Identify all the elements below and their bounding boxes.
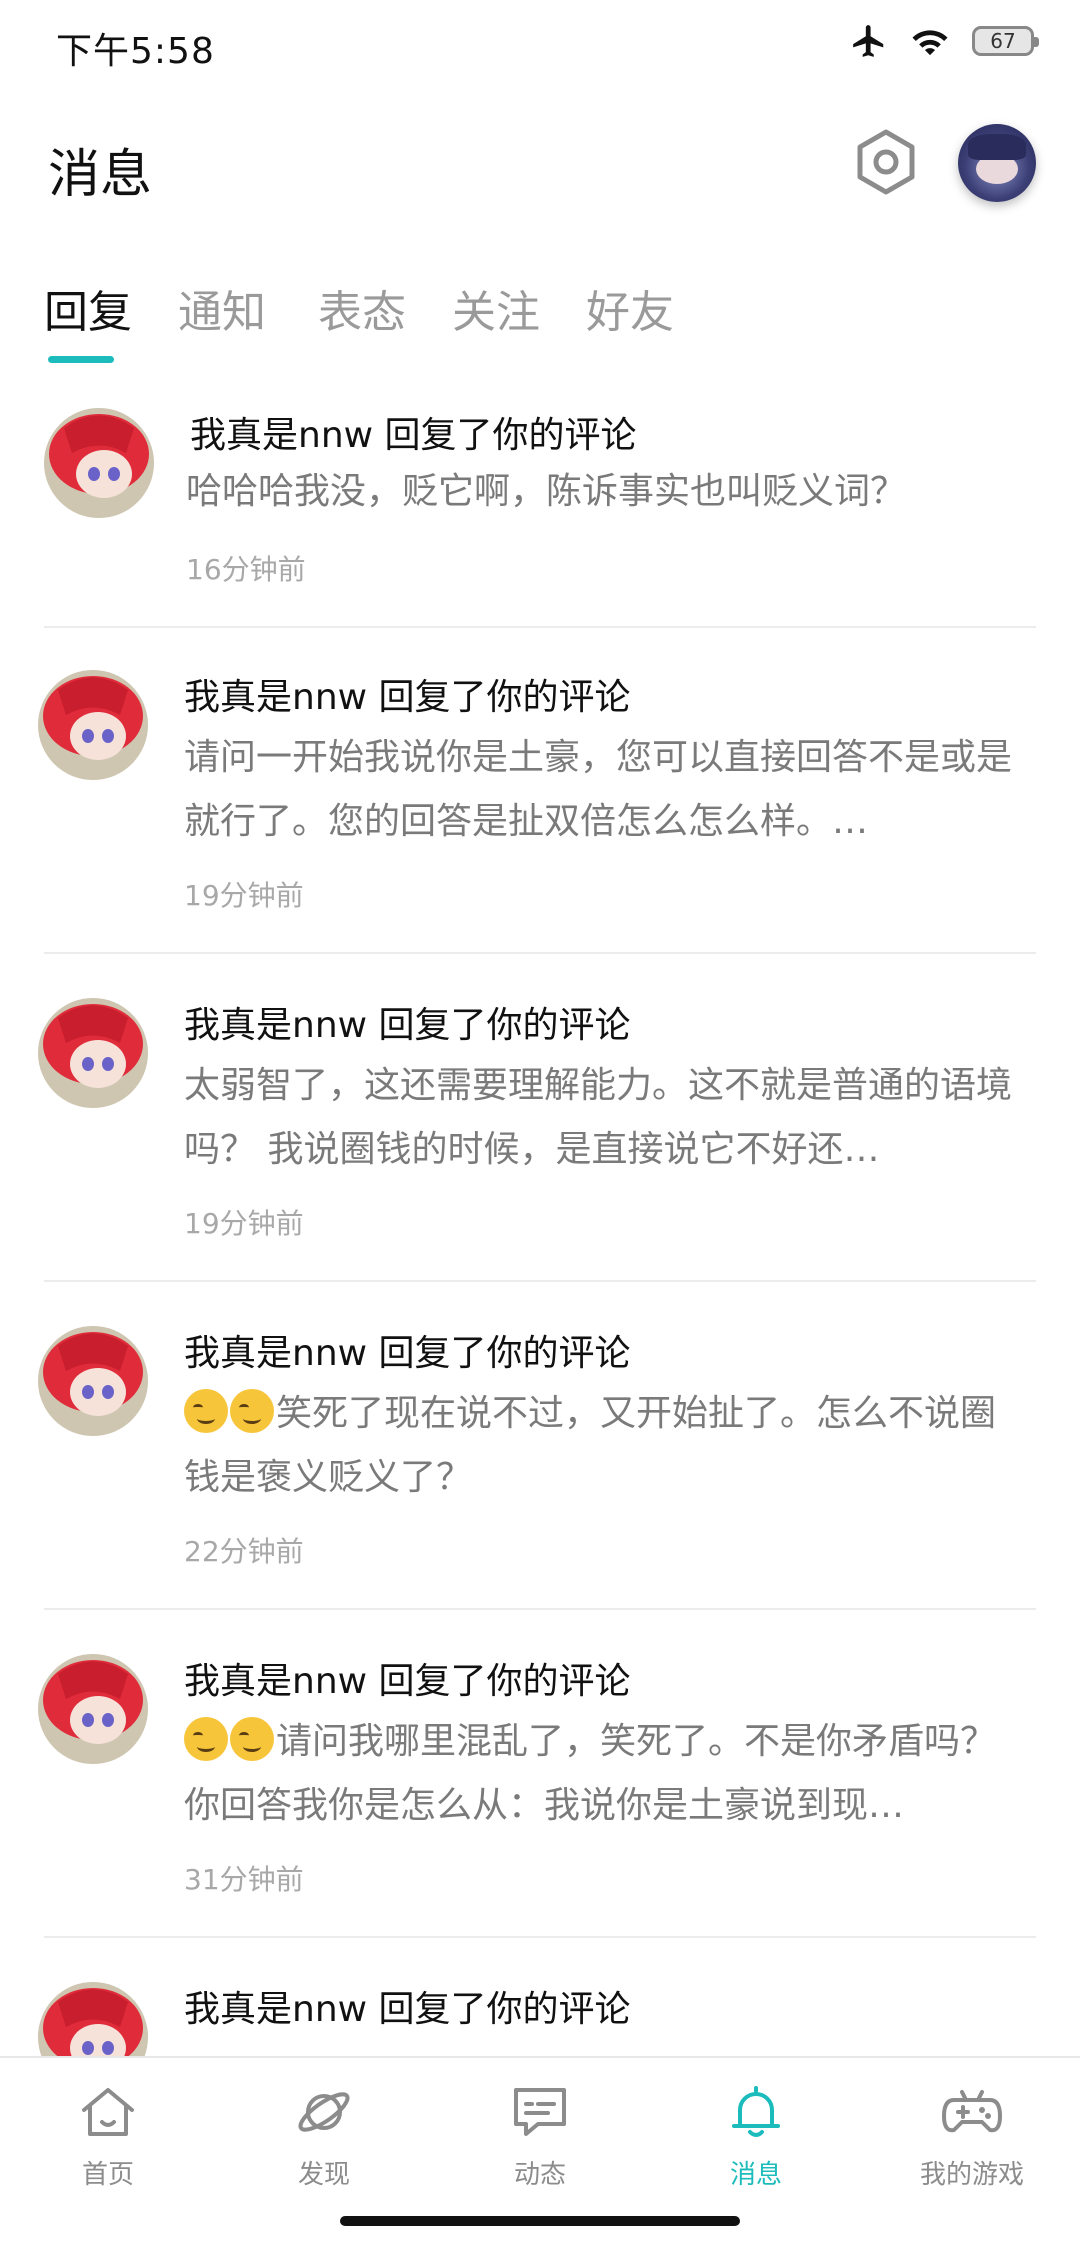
sender-avatar[interactable] xyxy=(38,998,148,1108)
list-item[interactable]: 我真是nnw 回复了你的评论 xyxy=(0,1954,1080,2056)
nav-discover-label: 发现 xyxy=(297,2160,350,2190)
list-item[interactable]: 我真是nnw 回复了你的评论 太弱智了，这还需要理解能力。这不就是普通的语境吗？… xyxy=(0,970,1080,1298)
sender-avatar[interactable] xyxy=(38,1326,148,1436)
message-time: 19分钟前 xyxy=(184,1207,304,1240)
divider xyxy=(44,1608,1036,1610)
header: 消息 xyxy=(0,110,1080,220)
list-item[interactable]: 我真是nnw 回复了你的评论 请问一开始我说你是土豪，您可以直接回答不是或是就行… xyxy=(0,642,1080,970)
sender-avatar[interactable] xyxy=(38,1654,148,1764)
page-title: 消息 xyxy=(48,145,153,205)
tab-reaction[interactable]: 表态 xyxy=(318,276,406,340)
message-time: 22分钟前 xyxy=(184,1535,304,1568)
divider xyxy=(44,626,1036,628)
nav-messages-label: 消息 xyxy=(729,2160,782,2190)
message-tabs: 回复 通知 表态 关注 好友 xyxy=(0,262,1080,363)
status-icons: 67 xyxy=(850,22,1039,60)
tab-follow[interactable]: 关注 xyxy=(452,276,540,340)
message-time: 16分钟前 xyxy=(186,553,306,586)
message-body: 请问我哪里混乱了，笑死了。不是你矛盾吗？你回答我你是怎么从：我说你是土豪说到现… xyxy=(184,1710,1024,1838)
smirk-emoji-icon xyxy=(184,1717,228,1761)
wifi-icon xyxy=(912,30,948,56)
sender-avatar[interactable] xyxy=(44,408,154,518)
message-list: 我真是nnw 回复了你的评论 哈哈哈我没，贬它啊，陈诉事实也叫贬义词？ 16分钟… xyxy=(0,380,1080,2056)
message-title: 我真是nnw 回复了你的评论 xyxy=(184,677,631,718)
nav-feed-label: 动态 xyxy=(513,2160,566,2190)
gamepad-icon xyxy=(942,2090,1002,2133)
message-time: 19分钟前 xyxy=(184,879,304,912)
message-body-text: 笑死了现在说不过，又开始扯了。怎么不说圈钱是褒义贬义了？ xyxy=(184,1393,997,1498)
nav-messages[interactable]: 消息 xyxy=(666,2080,846,2191)
active-tab-indicator xyxy=(48,356,114,363)
list-item[interactable]: 我真是nnw 回复了你的评论 笑死了现在说不过，又开始扯了。怎么不说圈钱是褒义贬… xyxy=(0,1298,1080,1626)
tab-friends[interactable]: 好友 xyxy=(586,276,674,340)
home-indicator[interactable] xyxy=(340,2216,740,2226)
message-title: 我真是nnw 回复了你的评论 xyxy=(184,1989,631,2030)
battery-icon: 67 xyxy=(972,26,1039,56)
nav-home-label: 首页 xyxy=(81,2160,134,2190)
message-body: 请问一开始我说你是土豪，您可以直接回答不是或是就行了。您的回答是扯双倍怎么怎么样… xyxy=(184,737,1013,842)
smirk-emoji-icon xyxy=(230,1717,274,1761)
chat-icon xyxy=(514,2088,566,2136)
bell-icon xyxy=(732,2086,780,2137)
nav-feed[interactable]: 动态 xyxy=(450,2080,630,2191)
nav-my-games-label: 我的游戏 xyxy=(919,2160,1024,2190)
divider xyxy=(44,952,1036,954)
message-title: 我真是nnw 回复了你的评论 xyxy=(190,415,637,456)
sender-avatar[interactable] xyxy=(38,1982,148,2056)
home-icon xyxy=(82,2088,134,2136)
list-item[interactable]: 我真是nnw 回复了你的评论 请问我哪里混乱了，笑死了。不是你矛盾吗？你回答我你… xyxy=(0,1626,1080,1954)
bottom-navigation: 首页 发现 动态 消息 我的游戏 xyxy=(0,2056,1080,2210)
airplane-mode-icon xyxy=(853,25,884,57)
message-body: 哈哈哈我没，贬它啊，陈诉事实也叫贬义词？ xyxy=(186,471,907,512)
sender-avatar[interactable] xyxy=(38,670,148,780)
planet-icon xyxy=(298,2092,350,2132)
message-title: 我真是nnw 回复了你的评论 xyxy=(184,1333,631,1374)
nav-discover[interactable]: 发现 xyxy=(234,2080,414,2191)
smirk-emoji-icon xyxy=(184,1389,228,1433)
message-body-text: 请问我哪里混乱了，笑死了。不是你矛盾吗？你回答我你是怎么从：我说你是土豪说到现… xyxy=(184,1721,997,1826)
status-time: 下午5:58 xyxy=(56,31,215,72)
divider xyxy=(44,1936,1036,1938)
message-body: 笑死了现在说不过，又开始扯了。怎么不说圈钱是褒义贬义了？ xyxy=(184,1382,1024,1510)
settings-icon xyxy=(857,129,915,195)
nav-home[interactable]: 首页 xyxy=(18,2080,198,2191)
message-time: 31分钟前 xyxy=(184,1863,304,1896)
status-bar: 下午5:58 67 xyxy=(0,0,1080,90)
tab-reply[interactable]: 回复 xyxy=(44,276,132,340)
smirk-emoji-icon xyxy=(230,1389,274,1433)
divider xyxy=(44,1280,1036,1282)
battery-level: 67 xyxy=(990,29,1016,53)
message-title: 我真是nnw 回复了你的评论 xyxy=(184,1661,631,1702)
settings-button[interactable] xyxy=(850,126,922,198)
message-title: 我真是nnw 回复了你的评论 xyxy=(184,1005,631,1046)
message-body: 太弱智了，这还需要理解能力。这不就是普通的语境吗？ 我说圈钱的时候，是直接说它不… xyxy=(184,1065,1013,1170)
nav-my-games[interactable]: 我的游戏 xyxy=(882,2080,1062,2191)
tab-notification[interactable]: 通知 xyxy=(178,276,266,340)
user-avatar[interactable] xyxy=(958,124,1036,202)
